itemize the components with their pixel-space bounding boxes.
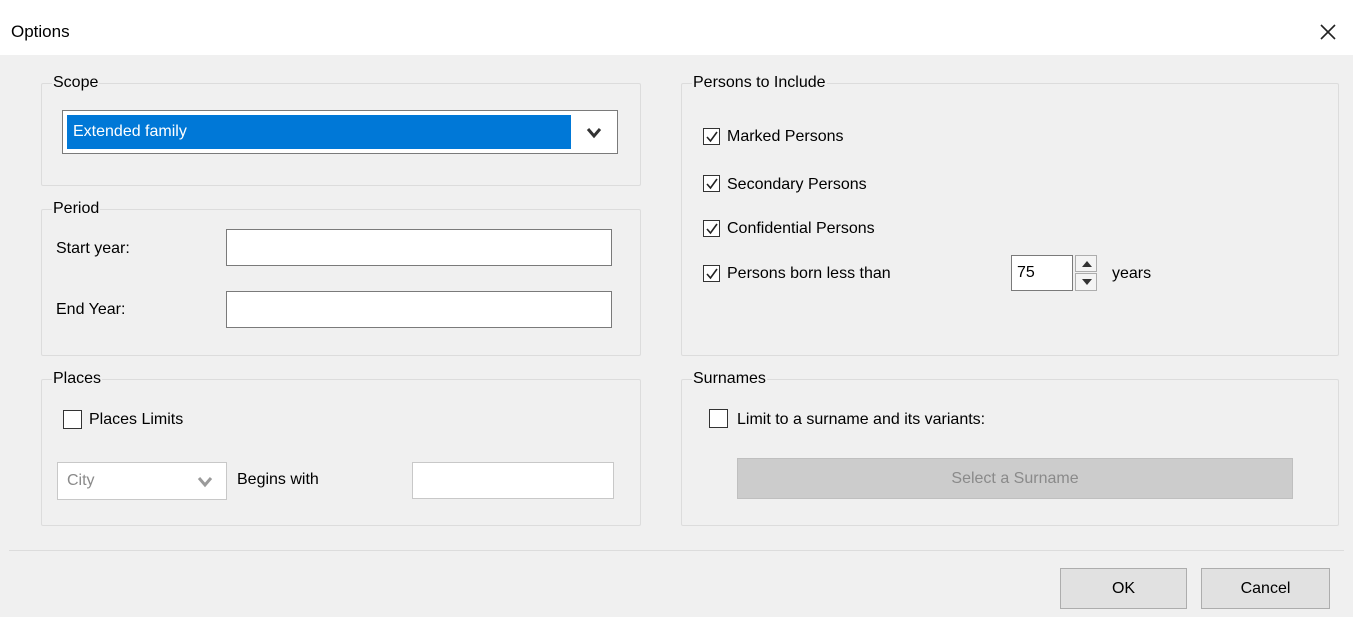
- cancel-button[interactable]: Cancel: [1201, 568, 1330, 609]
- confidential-persons-label[interactable]: Confidential Persons: [727, 220, 875, 238]
- begins-with-input[interactable]: [412, 462, 614, 499]
- start-year-input[interactable]: [226, 229, 612, 266]
- spin-up-button[interactable]: [1075, 255, 1097, 272]
- chevron-down-icon: [197, 477, 213, 488]
- scope-selected-value: Extended family: [67, 115, 571, 149]
- checkmark-icon: [706, 223, 718, 235]
- scope-selected-label: Extended family: [73, 123, 187, 140]
- end-year-label: End Year:: [56, 301, 126, 318]
- dialog-titlebar: Options: [0, 0, 1353, 55]
- surnames-group: Surnames Limit to a surname and its vari…: [681, 370, 1339, 526]
- secondary-persons-label[interactable]: Secondary Persons: [727, 176, 867, 194]
- born-years-spinner: [1075, 255, 1097, 291]
- chevron-down-icon: [586, 128, 602, 139]
- marked-persons-checkbox[interactable]: [703, 128, 720, 145]
- spin-down-button[interactable]: [1075, 273, 1097, 291]
- cancel-label: Cancel: [1240, 580, 1291, 597]
- limit-surname-checkbox[interactable]: [709, 409, 728, 428]
- born-years-input[interactable]: 75: [1011, 255, 1073, 291]
- period-legend: Period: [52, 200, 101, 218]
- period-group: Period Start year: End Year:: [41, 200, 641, 356]
- checkmark-icon: [706, 178, 718, 190]
- confidential-persons-checkbox[interactable]: [703, 220, 720, 237]
- persons-legend: Persons to Include: [692, 74, 827, 92]
- places-legend: Places: [52, 370, 103, 388]
- ok-button[interactable]: OK: [1060, 568, 1187, 609]
- place-type-value: City: [67, 472, 95, 489]
- place-type-dropdown[interactable]: City: [57, 462, 227, 500]
- select-surname-label: Select a Surname: [951, 470, 1079, 487]
- dialog-title: Options: [11, 22, 70, 41]
- select-surname-button[interactable]: Select a Surname: [737, 458, 1293, 499]
- secondary-persons-checkbox[interactable]: [703, 175, 720, 192]
- places-limits-checkbox[interactable]: [63, 410, 82, 429]
- begins-with-label: Begins with: [237, 471, 319, 488]
- persons-born-label[interactable]: Persons born less than: [727, 265, 891, 283]
- spin-down-icon: [1082, 279, 1092, 285]
- close-icon: [1320, 24, 1336, 40]
- checkmark-icon: [706, 131, 718, 143]
- dialog-body: Scope Extended family Period Start year:…: [0, 55, 1353, 617]
- persons-born-checkbox[interactable]: [703, 265, 720, 282]
- marked-persons-label[interactable]: Marked Persons: [727, 128, 844, 146]
- years-label: years: [1112, 265, 1152, 282]
- end-year-input[interactable]: [226, 291, 612, 328]
- limit-surname-label[interactable]: Limit to a surname and its variants:: [737, 411, 985, 429]
- scope-legend: Scope: [52, 74, 100, 92]
- footer-divider: [9, 550, 1344, 551]
- spin-up-icon: [1082, 261, 1092, 267]
- born-years-value: 75: [1017, 264, 1035, 281]
- places-group: Places Places Limits City Begins with: [41, 370, 641, 526]
- ok-label: OK: [1111, 580, 1136, 597]
- close-button[interactable]: [1311, 15, 1343, 47]
- start-year-label: Start year:: [56, 240, 130, 257]
- scope-group: Scope Extended family: [41, 74, 641, 186]
- scope-dropdown[interactable]: Extended family: [62, 110, 618, 154]
- checkmark-icon: [706, 268, 718, 280]
- surnames-legend: Surnames: [692, 370, 767, 388]
- persons-group: Persons to Include Marked Persons Second…: [681, 74, 1339, 356]
- places-limits-label[interactable]: Places Limits: [89, 411, 183, 429]
